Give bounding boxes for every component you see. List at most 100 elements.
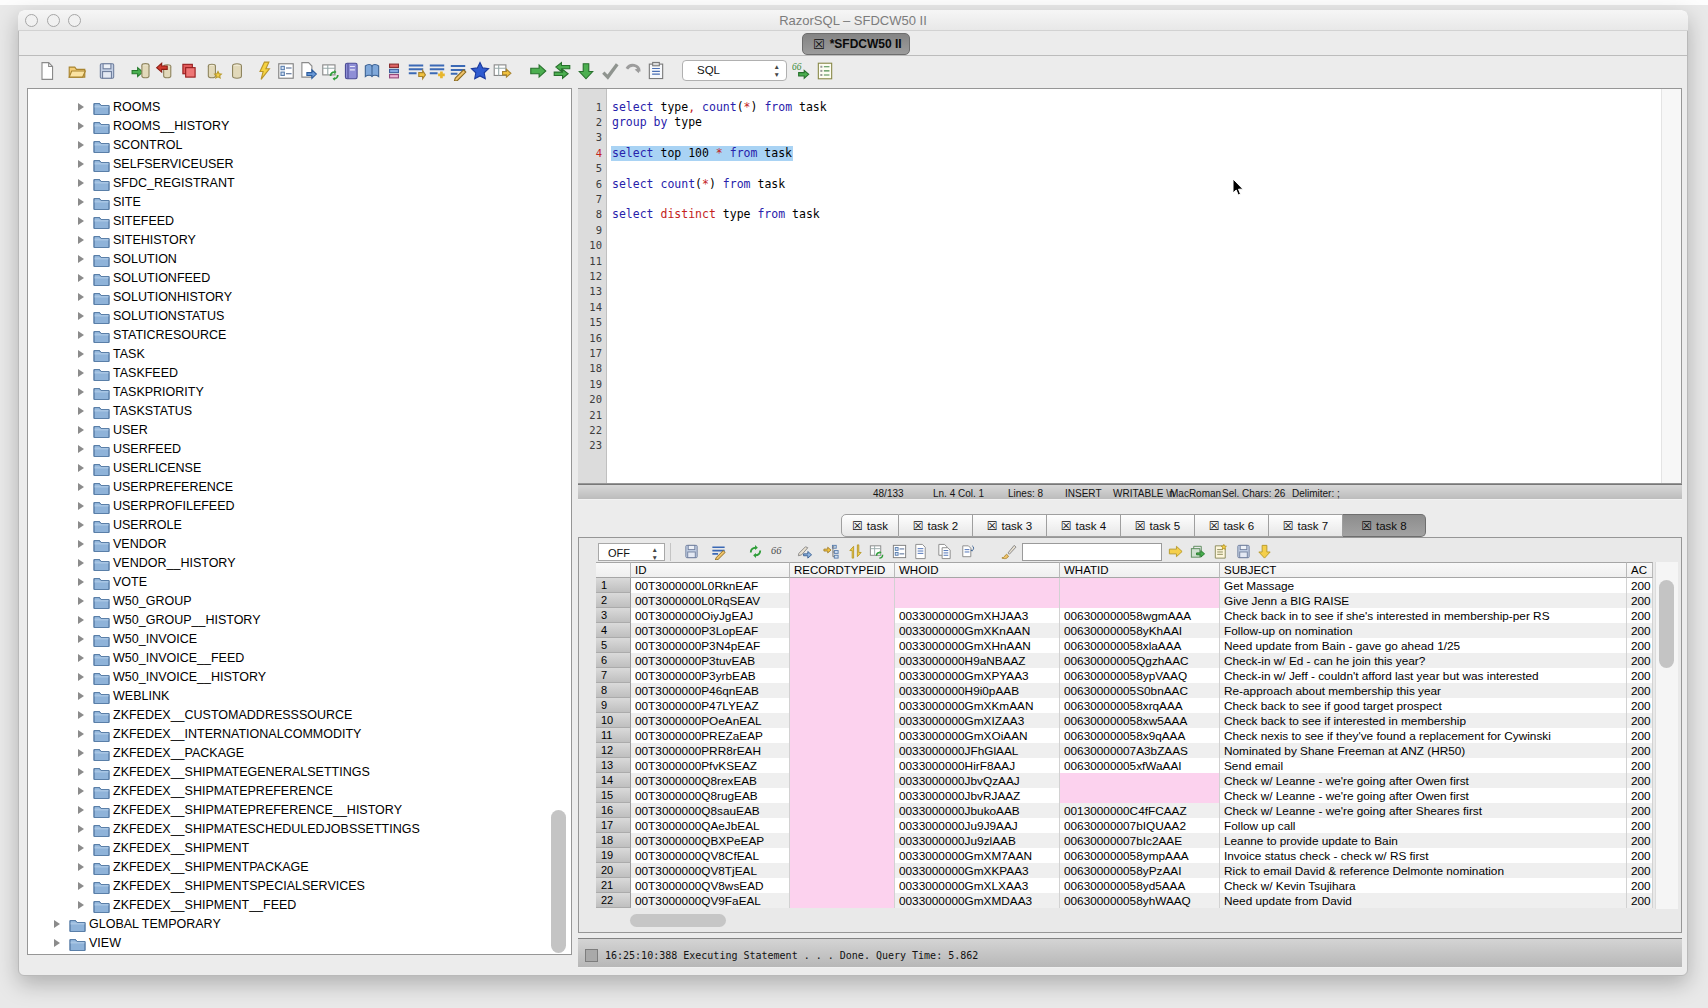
disclosure-triangle-icon[interactable] (78, 445, 84, 453)
brush-icon[interactable] (1000, 543, 1017, 560)
disclosure-triangle-icon[interactable] (78, 293, 84, 301)
table-cell[interactable]: 200 (1627, 653, 1653, 668)
table-cell[interactable]: 006300000058x9qAAA (1060, 728, 1220, 743)
table-cell[interactable] (790, 848, 895, 863)
book-icon[interactable] (362, 61, 382, 81)
table-cell[interactable]: 0033000000GmXKmAAN (895, 698, 1060, 713)
table-cell[interactable]: Invoice status check - check w/ RS first (1220, 848, 1627, 863)
table-cell[interactable]: Check nexis to see if they've found a re… (1220, 728, 1627, 743)
save-icon[interactable] (97, 61, 117, 81)
disclosure-triangle-icon[interactable] (78, 388, 84, 396)
table-cell[interactable] (790, 833, 895, 848)
table-cell[interactable]: 200 (1627, 803, 1653, 818)
notebook-icon[interactable] (341, 61, 361, 81)
table-cell[interactable] (790, 878, 895, 893)
tree-item-sitefeed[interactable]: SITEFEED (28, 212, 571, 231)
table-cell[interactable]: Leanne to provide update to Bain (1220, 833, 1627, 848)
table-cell[interactable]: 0033000000JbukoAAB (895, 803, 1060, 818)
tree-item-taskfeed[interactable]: TASKFEED (28, 364, 571, 383)
table-cell[interactable] (790, 623, 895, 638)
table-cell[interactable] (790, 773, 895, 788)
table-cell[interactable]: 00T3000000QV8TjEAL (631, 863, 790, 878)
table-cell[interactable]: 0033000000GmXOiAAN (895, 728, 1060, 743)
table-cell[interactable]: 200 (1627, 773, 1653, 788)
table-cell[interactable]: 00T3000000P46qnEAB (631, 683, 790, 698)
column-header-ac[interactable]: AC (1627, 562, 1653, 578)
table-cell[interactable]: Check w/ Leanne - we're going after Shea… (1220, 803, 1627, 818)
list-green-icon[interactable] (815, 61, 835, 81)
table-refresh-icon[interactable] (868, 543, 885, 560)
table-cell[interactable]: Check back in to see if she's interested… (1220, 608, 1627, 623)
disclosure-triangle-icon[interactable] (78, 350, 84, 358)
disclosure-triangle-icon[interactable] (78, 730, 84, 738)
table-cell[interactable] (790, 758, 895, 773)
checklist-icon[interactable] (276, 61, 296, 81)
disclosure-triangle-icon[interactable] (78, 692, 84, 700)
table-cell[interactable]: 006300000058xw5AAA (1060, 713, 1220, 728)
tree-item-weblink[interactable]: WEBLINK (28, 687, 571, 706)
table-cell[interactable]: 0033000000GmXKnAAN (895, 623, 1060, 638)
disclosure-triangle-icon[interactable] (78, 540, 84, 548)
table-cell[interactable]: 200 (1627, 578, 1653, 593)
disclosure-triangle-icon[interactable] (78, 559, 84, 567)
table-cell[interactable]: 200 (1627, 713, 1653, 728)
tree-item-w50-invoice-feed[interactable]: W50_INVOICE__FEED (28, 649, 571, 668)
close-tab-icon[interactable]: ☒ (1361, 520, 1372, 532)
table-cell[interactable]: 0033000000GmXMDAA3 (895, 893, 1060, 908)
table-cell[interactable] (790, 668, 895, 683)
disclosure-triangle-icon[interactable] (78, 654, 84, 662)
tree-scrollbar-thumb[interactable] (551, 810, 566, 953)
table-cell[interactable]: 0033000000GmXPYAA3 (895, 668, 1060, 683)
table-cell[interactable]: 00630000007bIc2AAE (1060, 833, 1220, 848)
table-cell[interactable] (790, 803, 895, 818)
table-cell[interactable]: 006300000058xrqAAA (1060, 698, 1220, 713)
disclosure-triangle-icon[interactable] (78, 122, 84, 130)
refresh-green-icon[interactable] (747, 543, 764, 560)
disclosure-triangle-icon[interactable] (78, 597, 84, 605)
check-icon[interactable] (600, 61, 620, 81)
tree-item-solutionstatus[interactable]: SOLUTIONSTATUS (28, 307, 571, 326)
table-cell[interactable]: 00T3000000QAeJbEAL (631, 818, 790, 833)
disclosure-triangle-icon[interactable] (78, 901, 84, 909)
table-cell[interactable]: 006300000058yhWAAQ (1060, 893, 1220, 908)
disclosure-triangle-icon[interactable] (78, 616, 84, 624)
table-cell[interactable]: 200 (1627, 833, 1653, 848)
table-cell[interactable]: 00T3000000L0RqSEAV (631, 593, 790, 608)
statement-type-select[interactable]: SQL ▲▼ (682, 60, 787, 81)
disclosure-triangle-icon[interactable] (78, 369, 84, 377)
table-cell[interactable]: 00T3000000L0RknEAF (631, 578, 790, 593)
table-cell[interactable]: 0033000000Ju9zlAAB (895, 833, 1060, 848)
disclosure-triangle-icon[interactable] (78, 578, 84, 586)
results-vertical-scrollbar-thumb[interactable] (1659, 580, 1674, 668)
row-number-header[interactable] (596, 562, 631, 578)
close-tab-icon[interactable]: ☒ (852, 520, 863, 532)
table-cell[interactable]: 00T3000000PREZaEAP (631, 728, 790, 743)
column-header-id[interactable]: ID (631, 562, 790, 578)
close-tab-icon[interactable]: ☒ (913, 520, 924, 532)
disclosure-triangle-icon[interactable] (78, 217, 84, 225)
disclosure-triangle-icon[interactable] (78, 255, 84, 263)
tree-item-zkfedex-shipmatescheduledjobssettings[interactable]: ZKFEDEX__SHIPMATESCHEDULEDJOBSSETTINGS (28, 820, 571, 839)
arrow-down-icon[interactable] (576, 61, 596, 81)
go-arrow-icon[interactable] (1167, 543, 1184, 560)
tree-export-icon[interactable] (823, 543, 840, 560)
column-header-subject[interactable]: SUBJECT (1220, 562, 1627, 578)
disclosure-triangle-icon[interactable] (78, 312, 84, 320)
table-cell[interactable] (790, 578, 895, 593)
table-cell[interactable] (790, 698, 895, 713)
disclosure-triangle-icon[interactable] (78, 483, 84, 491)
disclosure-triangle-icon[interactable] (78, 768, 84, 776)
table-cell[interactable]: 0033000000GmXIZAA3 (895, 713, 1060, 728)
table-cell[interactable]: 0033000000GmXHJAA3 (895, 608, 1060, 623)
tree-item-userpreference[interactable]: USERPREFERENCE (28, 478, 571, 497)
tree-item-userprofilefeed[interactable]: USERPROFILEFEED (28, 497, 571, 516)
result-tab-task-4[interactable]: ☒task 4 (1047, 514, 1121, 537)
tree-item-userfeed[interactable]: USERFEED (28, 440, 571, 459)
table-cell[interactable]: Check back to see if good target prospec… (1220, 698, 1627, 713)
table-cell[interactable]: 200 (1627, 593, 1653, 608)
new-document-icon[interactable] (37, 61, 57, 81)
disclosure-triangle-icon[interactable] (78, 274, 84, 282)
table-cell[interactable]: 0033000000JbvQzAAJ (895, 773, 1060, 788)
table-cell[interactable]: Follow-up on nomination (1220, 623, 1627, 638)
disclosure-triangle-icon[interactable] (78, 331, 84, 339)
